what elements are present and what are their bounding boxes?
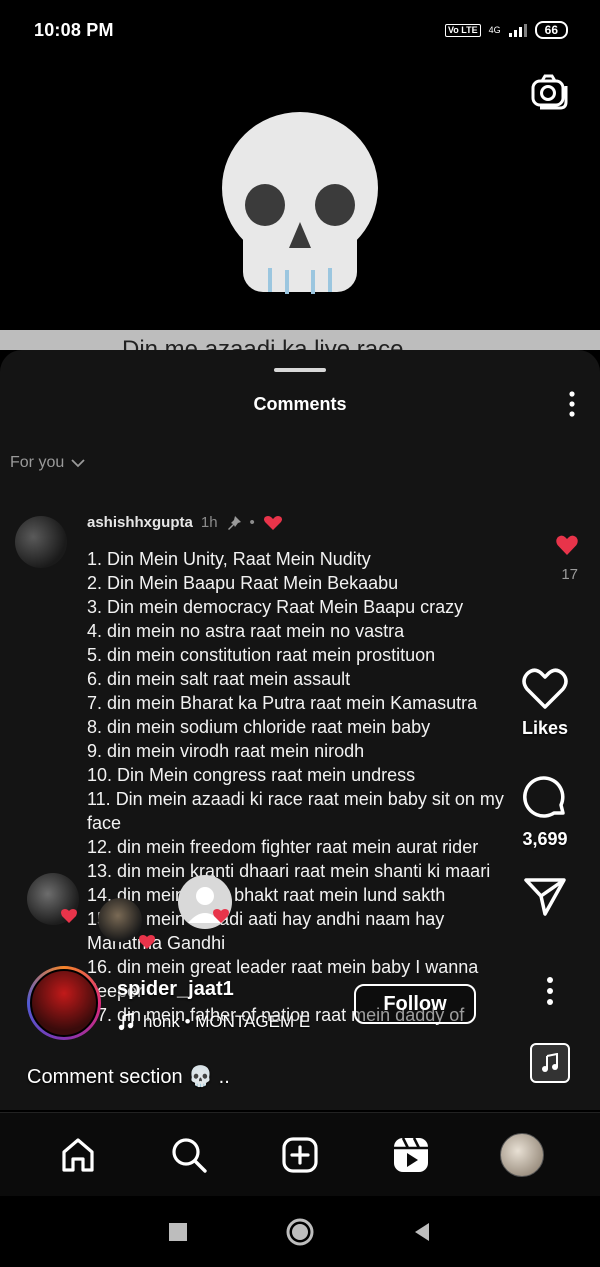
reel-caption[interactable]: Comment section 💀 .. bbox=[27, 1064, 230, 1089]
filter-label: For you bbox=[10, 454, 65, 471]
commenter-avatar[interactable] bbox=[15, 516, 67, 568]
comment-line: 7. din mein Bharat ka Putra raat mein Ka… bbox=[87, 693, 478, 713]
comment-line: 6. din mein salt raat mein assault bbox=[87, 669, 351, 689]
separator-dot: • bbox=[249, 514, 255, 531]
comment-line: 5. din mein constitution raat mein prost… bbox=[87, 645, 436, 665]
commenter-username[interactable]: ashishhxgupta bbox=[87, 514, 193, 531]
creator-avatar[interactable] bbox=[27, 966, 101, 1040]
likes-label: Likes bbox=[521, 718, 569, 738]
comment-like-heart-icon[interactable] bbox=[555, 534, 579, 556]
camera-icon[interactable] bbox=[530, 72, 568, 110]
volte-icon: Vo LTE bbox=[444, 23, 481, 37]
comment-line: 14. din mein desh bhakt raat mein lund s… bbox=[87, 885, 446, 905]
creator-username[interactable]: spider_jaat1 bbox=[117, 978, 234, 1001]
comment-line: 3. Din mein democracy Raat Mein Baapu cr… bbox=[87, 597, 464, 617]
system-nav-bar bbox=[0, 1196, 600, 1267]
recents-square-icon[interactable] bbox=[167, 1221, 189, 1243]
skull-emoji-icon bbox=[222, 112, 378, 294]
comment-filter-dropdown[interactable]: For you bbox=[10, 454, 86, 472]
caption-more[interactable]: .. bbox=[219, 1066, 230, 1088]
nav-home[interactable] bbox=[56, 1133, 100, 1177]
comment-line: 8. din mein sodium chloride raat mein ba… bbox=[87, 717, 431, 737]
network-type: 4G bbox=[488, 24, 501, 35]
reels-icon[interactable] bbox=[391, 1135, 431, 1175]
comment-like-count: 17 bbox=[561, 566, 578, 583]
comment-bubble-icon[interactable] bbox=[522, 775, 568, 821]
comment-line: 11. Din mein azaadi ki race raat mein ba… bbox=[87, 789, 509, 833]
reel-actions: Likes 3,699 bbox=[516, 668, 574, 916]
status-icons: Vo LTE 4G 66 bbox=[444, 21, 568, 39]
audio-track-name: honk • MONTAGEM E bbox=[143, 1012, 311, 1031]
comment-line: 4. din mein no astra raat mein no vastra bbox=[87, 621, 405, 641]
battery-icon: 66 bbox=[534, 21, 568, 39]
comment-line: 2. Din Mein Baapu Raat Mein Bekaabu bbox=[87, 573, 399, 593]
comment-line: 9. din mein virodh raat mein nirodh bbox=[87, 741, 365, 761]
chevron-down-icon bbox=[71, 459, 85, 468]
follow-button[interactable]: Follow bbox=[354, 984, 476, 1024]
video-caption-text: Din me azaadi ka liye race bbox=[122, 336, 404, 350]
comment-header: ashishhxgupta 1h • bbox=[87, 514, 283, 531]
comment-text: 1. Din Mein Unity, Raat Mein Nudity 2. D… bbox=[87, 547, 517, 1027]
comment-line: 12. din mein freedom fighter raat mein a… bbox=[87, 837, 479, 857]
liker-heart-icon bbox=[61, 909, 77, 923]
comment-line: 10. Din Mein congress raat mein undress bbox=[87, 765, 416, 785]
home-icon[interactable] bbox=[58, 1135, 98, 1175]
reel-audio-thumbnail[interactable] bbox=[530, 1043, 570, 1083]
music-note-icon bbox=[118, 1013, 134, 1031]
nav-profile[interactable] bbox=[500, 1132, 545, 1177]
share-action[interactable] bbox=[523, 876, 567, 916]
skull-emoji-icon: 💀 bbox=[188, 1066, 214, 1088]
more-options-icon[interactable] bbox=[562, 390, 582, 418]
liker-avatar bbox=[98, 898, 142, 942]
share-send-icon[interactable] bbox=[523, 876, 567, 916]
comment-time: 1h bbox=[200, 514, 218, 531]
sheet-title: Comments bbox=[253, 394, 347, 414]
back-triangle-icon[interactable] bbox=[411, 1221, 433, 1243]
comment-line: 1. Din Mein Unity, Raat Mein Nudity bbox=[87, 549, 371, 569]
comment-line: 13. din mein kranti dhaari raat mein sha… bbox=[87, 861, 491, 881]
status-time: 10:08 PM bbox=[34, 19, 114, 40]
nav-create[interactable] bbox=[278, 1133, 322, 1177]
like-action[interactable]: Likes bbox=[522, 668, 568, 739]
creator-liked-heart-icon bbox=[263, 515, 282, 530]
nav-reels[interactable] bbox=[389, 1133, 433, 1177]
comments-count: 3,699 bbox=[522, 829, 568, 849]
video-caption-strip: Din me azaadi ka liye race bbox=[0, 330, 600, 350]
home-circle-icon[interactable] bbox=[285, 1217, 315, 1247]
drag-handle[interactable] bbox=[274, 368, 326, 372]
music-note-icon bbox=[542, 1053, 558, 1072]
status-bar: 10:08 PM Vo LTE 4G 66 bbox=[0, 0, 600, 60]
liker-heart-icon bbox=[213, 909, 229, 923]
signal-icon bbox=[508, 23, 527, 37]
caption-text: Comment section bbox=[27, 1066, 183, 1088]
profile-avatar[interactable] bbox=[500, 1132, 545, 1177]
pin-icon bbox=[227, 515, 241, 530]
bottom-nav bbox=[0, 1112, 600, 1196]
nav-search[interactable] bbox=[167, 1133, 211, 1177]
reel-more-options-icon[interactable] bbox=[540, 975, 560, 1007]
comment-action[interactable]: 3,699 bbox=[522, 775, 568, 850]
liker-heart-icon bbox=[139, 935, 155, 949]
creator-info: spider_jaat1 honk • MONTAGEM E Follow bbox=[27, 966, 487, 1040]
search-icon[interactable] bbox=[169, 1135, 209, 1175]
create-icon[interactable] bbox=[280, 1135, 320, 1175]
heart-outline-icon[interactable] bbox=[522, 668, 568, 710]
audio-track[interactable]: honk • MONTAGEM E bbox=[117, 1012, 310, 1032]
